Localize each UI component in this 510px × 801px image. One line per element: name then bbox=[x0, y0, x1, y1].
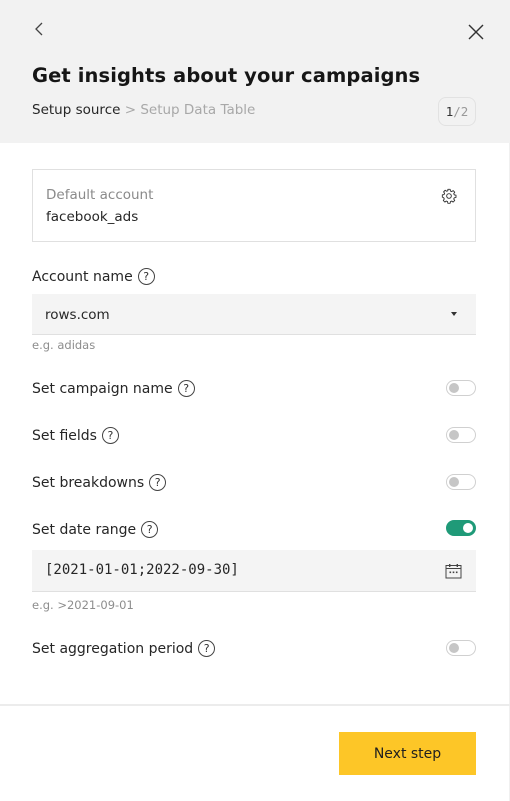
account-settings-button[interactable] bbox=[441, 188, 457, 204]
caret-down-icon bbox=[451, 312, 457, 316]
back-button[interactable] bbox=[31, 19, 49, 39]
breadcrumb-next: Setup Data Table bbox=[140, 102, 256, 118]
option-date-range: Set date range ? bbox=[32, 521, 159, 538]
calendar-icon bbox=[445, 564, 462, 579]
step-separator: / bbox=[453, 104, 461, 119]
chevron-left-icon bbox=[35, 22, 43, 36]
breadcrumb: Setup source > Setup Data Table bbox=[32, 102, 255, 118]
breadcrumb-current[interactable]: Setup source bbox=[32, 102, 120, 118]
close-button[interactable] bbox=[466, 22, 486, 42]
header: Get insights about your campaigns Setup … bbox=[0, 0, 510, 143]
option-aggregation-period: Set aggregation period ? bbox=[32, 640, 216, 657]
option-fields: Set fields ? bbox=[32, 427, 119, 444]
toggle-knob bbox=[449, 477, 459, 487]
breadcrumb-separator: > bbox=[120, 102, 141, 118]
option-breakdowns: Set breakdowns ? bbox=[32, 474, 167, 491]
toggle-campaign-name[interactable] bbox=[446, 380, 476, 396]
toggle-knob bbox=[449, 643, 459, 653]
gear-icon bbox=[441, 188, 457, 204]
option-label: Set fields bbox=[32, 427, 97, 444]
calendar-button[interactable] bbox=[445, 563, 462, 579]
help-icon[interactable]: ? bbox=[177, 380, 195, 397]
default-account-value: facebook_ads bbox=[46, 209, 139, 225]
close-icon bbox=[468, 24, 484, 40]
toggle-date-range[interactable] bbox=[446, 520, 476, 536]
date-range-hint: e.g. >2021-09-01 bbox=[32, 598, 134, 612]
account-name-select[interactable]: rows.com bbox=[32, 294, 476, 335]
help-icon[interactable]: ? bbox=[149, 474, 167, 491]
page-title: Get insights about your campaigns bbox=[32, 64, 421, 87]
option-campaign-name: Set campaign name ? bbox=[32, 380, 195, 397]
account-name-label: Account name ? bbox=[32, 268, 155, 285]
default-account-label: Default account bbox=[46, 187, 154, 203]
toggle-breakdowns[interactable] bbox=[446, 474, 476, 490]
help-icon[interactable]: ? bbox=[198, 640, 216, 657]
help-icon[interactable]: ? bbox=[141, 521, 159, 538]
option-label: Set breakdowns bbox=[32, 474, 145, 491]
next-step-button[interactable]: Next step bbox=[339, 732, 476, 775]
toggle-aggregation-period[interactable] bbox=[446, 640, 476, 656]
toggle-knob bbox=[463, 523, 473, 533]
default-account-card: Default account facebook_ads bbox=[32, 169, 476, 242]
date-range-value: [2021-01-01;2022-09-30] bbox=[45, 562, 239, 578]
date-range-input[interactable]: [2021-01-01;2022-09-30] bbox=[32, 550, 476, 592]
account-name-hint: e.g. adidas bbox=[32, 338, 96, 352]
toggle-fields[interactable] bbox=[446, 427, 476, 443]
footer-divider bbox=[0, 704, 510, 706]
option-label: Set campaign name bbox=[32, 380, 173, 397]
help-icon[interactable]: ? bbox=[137, 268, 155, 285]
account-name-value: rows.com bbox=[45, 307, 110, 323]
toggle-knob bbox=[449, 383, 459, 393]
toggle-knob bbox=[449, 430, 459, 440]
step-indicator: 1/2 bbox=[438, 97, 476, 126]
option-label: Set aggregation period bbox=[32, 640, 194, 657]
option-label: Set date range bbox=[32, 521, 137, 538]
step-total: 2 bbox=[460, 104, 469, 119]
account-name-label-text: Account name bbox=[32, 268, 133, 285]
help-icon[interactable]: ? bbox=[101, 427, 119, 444]
